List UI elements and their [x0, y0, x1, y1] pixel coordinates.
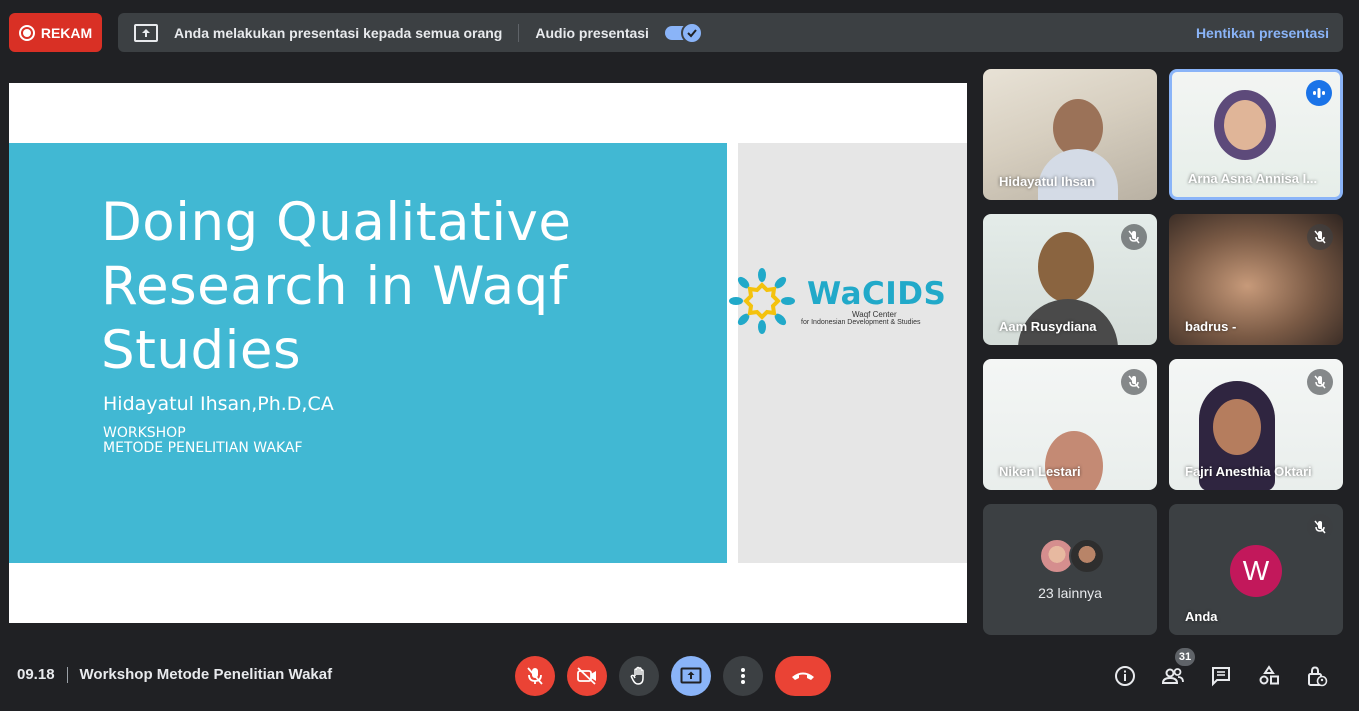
participant-tile[interactable]: Niken Lestari — [983, 359, 1157, 490]
others-avatars — [1039, 538, 1105, 574]
participants-button[interactable] — [1161, 664, 1185, 688]
participant-name: Hidayatul Ihsan — [999, 174, 1096, 189]
wacids-star-icon — [729, 268, 795, 334]
slide-title-line: Research in Waqf — [101, 256, 568, 317]
slide-title-line: Doing Qualitative — [101, 192, 572, 253]
banner-divider — [518, 23, 520, 42]
participant-name: Fajri Anesthia Oktari — [1185, 464, 1312, 479]
participant-tile[interactable]: Aam Rusydiana — [983, 214, 1157, 345]
participant-video — [1045, 431, 1103, 490]
activities-button[interactable] — [1257, 664, 1281, 688]
participant-name: Niken Lestari — [999, 464, 1081, 479]
meeting-details: 09.18 Workshop Metode Penelitian Wakaf — [17, 666, 332, 683]
microphone-toggle-button[interactable] — [515, 656, 555, 696]
call-end-icon — [792, 672, 814, 680]
meeting-details-button[interactable] — [1113, 664, 1137, 688]
host-controls-button[interactable] — [1305, 664, 1329, 688]
chat-button[interactable] — [1209, 664, 1233, 688]
participant-tile[interactable]: Arna Asna Annisa I... — [1169, 69, 1343, 200]
audio-presentation-label: Audio presentasi — [535, 24, 649, 41]
speaking-indicator-icon — [1306, 80, 1332, 106]
stop-presenting-button[interactable]: Hentikan presentasi — [1196, 25, 1329, 41]
participant-video — [1038, 232, 1094, 302]
slide-title-line: Studies — [101, 320, 302, 381]
hand-icon — [630, 666, 644, 685]
people-icon — [1161, 668, 1184, 684]
others-tile[interactable]: 23 lainnya — [983, 504, 1157, 635]
participant-tile[interactable]: Fajri Anesthia Oktari — [1169, 359, 1343, 490]
info-icon — [1115, 666, 1135, 686]
workshop-line: METODE PENELITIAN WAKAF — [103, 440, 303, 456]
lock-person-icon — [1308, 666, 1328, 687]
meet-window: REKAM Anda melakukan presentasi kepada s… — [0, 0, 1359, 711]
participant-tile[interactable]: Hidayatul Ihsan — [983, 69, 1157, 200]
meeting-title: Workshop Metode Penelitian Wakaf — [79, 666, 333, 683]
leave-call-button[interactable] — [775, 656, 831, 696]
more-options-button[interactable] — [723, 656, 763, 696]
workshop-line: WORKSHOP — [103, 425, 186, 441]
participant-tile[interactable]: badrus - — [1169, 214, 1343, 345]
record-label: REKAM — [40, 24, 93, 41]
logo-name: WaCIDS — [807, 276, 947, 312]
participant-name: Aam Rusydiana — [999, 319, 1097, 334]
present-screen-icon — [680, 667, 702, 684]
record-icon — [18, 24, 35, 41]
check-icon — [680, 21, 703, 44]
bottom-divider — [66, 666, 68, 683]
avatar: W — [1230, 545, 1282, 597]
logo-subtitle: Waqf Center — [852, 310, 897, 319]
chat-icon — [1212, 667, 1230, 687]
wacids-logo: WaCIDS Waqf Center for Indonesian Develo… — [727, 266, 967, 336]
mic-off-icon — [1307, 369, 1333, 395]
others-count-label: 23 lainnya — [1038, 585, 1102, 601]
present-screen-icon — [134, 23, 158, 42]
slide-workshop: WORKSHOP METODE PENELITIAN WAKAF — [103, 426, 303, 456]
mic-off-icon — [1121, 369, 1147, 395]
participant-name: badrus - — [1185, 319, 1237, 334]
slide-title: Doing Qualitative Research in Waqf Studi… — [101, 191, 701, 383]
raise-hand-button[interactable] — [619, 656, 659, 696]
logo-subtitle: for Indonesian Development & Studies — [801, 319, 921, 326]
slide-author: Hidayatul Ihsan,Ph.D,CA — [103, 393, 334, 415]
mic-off-icon — [1307, 514, 1333, 540]
self-tile[interactable]: W Anda — [1169, 504, 1343, 635]
mic-off-icon — [1307, 224, 1333, 250]
meeting-time: 09.18 — [17, 666, 55, 683]
audio-presentation-toggle[interactable] — [664, 21, 703, 44]
self-name: Anda — [1185, 609, 1218, 624]
camera-toggle-button[interactable] — [567, 656, 607, 696]
avatar — [1069, 538, 1105, 574]
camera-off-icon — [577, 667, 596, 685]
present-now-button[interactable] — [671, 656, 711, 696]
mic-off-icon — [1121, 224, 1147, 250]
presenting-text: Anda melakukan presentasi kepada semua o… — [174, 24, 503, 41]
slide-logo-panel — [738, 143, 967, 563]
presentation-slide: Doing Qualitative Research in Waqf Studi… — [9, 83, 967, 623]
presenting-banner: Anda melakukan presentasi kepada semua o… — [118, 13, 1343, 52]
participant-video — [1213, 399, 1261, 455]
participant-video — [1224, 100, 1266, 150]
more-vert-icon — [741, 668, 745, 684]
mic-off-icon — [527, 667, 543, 685]
record-button[interactable]: REKAM — [9, 13, 102, 52]
participant-name: Arna Asna Annisa I... — [1188, 171, 1318, 186]
shapes-icon — [1259, 665, 1279, 685]
participant-count-badge: 31 — [1175, 648, 1195, 666]
